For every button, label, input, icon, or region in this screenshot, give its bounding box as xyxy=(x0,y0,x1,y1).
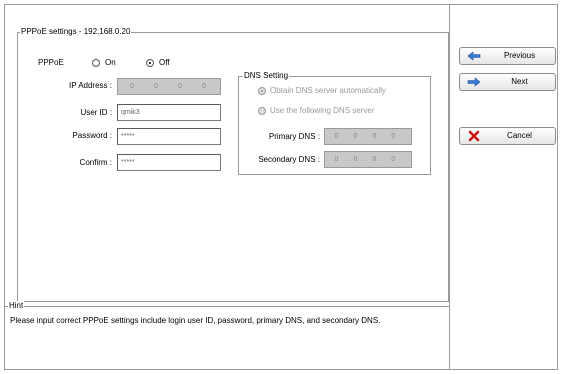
ip-address-input[interactable]: 0.0.0.0 xyxy=(117,78,221,95)
cancel-button[interactable]: Cancel xyxy=(459,127,556,145)
confirm-input[interactable]: ***** xyxy=(117,154,221,171)
pppoe-off-label[interactable]: Off xyxy=(159,58,170,68)
confirm-label: Confirm : xyxy=(79,158,112,167)
secondary-dns-input[interactable]: 0.0.0.0 xyxy=(324,151,412,168)
pppoe-off-radio[interactable] xyxy=(146,59,154,67)
dns-obtain-label[interactable]: Obtain DNS server automatically xyxy=(270,86,386,96)
user-id-input[interactable]: qmik3 xyxy=(117,104,221,121)
password-label: Password : xyxy=(72,131,112,140)
previous-button[interactable]: Previous xyxy=(459,47,556,65)
dns-manual-radio[interactable] xyxy=(258,107,266,115)
dns-manual-label[interactable]: Use the following DNS server xyxy=(270,106,374,116)
hint-title: Hint xyxy=(8,301,25,310)
primary-dns-input[interactable]: 0.0.0.0 xyxy=(324,128,412,145)
dns-obtain-radio[interactable] xyxy=(258,87,266,95)
arrow-left-icon xyxy=(467,48,481,64)
primary-dns-label: Primary DNS : xyxy=(268,132,320,141)
arrow-right-icon xyxy=(467,74,481,90)
dns-setting-title: DNS Setting xyxy=(243,71,290,80)
pppoe-on-label[interactable]: On xyxy=(105,58,116,68)
ip-address-label: IP Address : xyxy=(69,81,112,90)
secondary-dns-label: Secondary DNS : xyxy=(258,155,320,164)
pppoe-label: PPPoE xyxy=(38,58,64,67)
user-id-label: User ID : xyxy=(80,108,112,117)
pppoe-on-radio[interactable] xyxy=(92,59,100,67)
cross-icon xyxy=(467,128,481,144)
settings-title: PPPoE settings - 192.168.0.20 xyxy=(20,27,132,36)
next-button[interactable]: Next xyxy=(459,73,556,91)
password-input[interactable]: ***** xyxy=(117,128,221,145)
hint-text: Please input correct PPPoE settings incl… xyxy=(10,316,381,325)
